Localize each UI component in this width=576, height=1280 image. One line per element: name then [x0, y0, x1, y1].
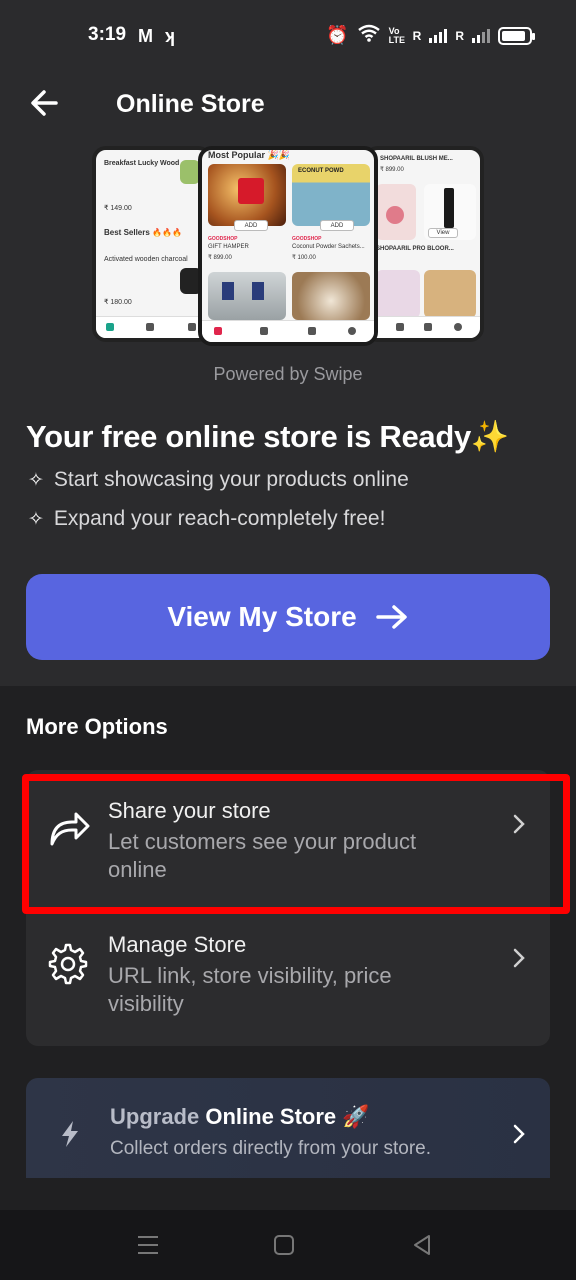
- gear-icon: [48, 943, 88, 985]
- gmail-icon: M: [138, 26, 153, 46]
- view-my-store-button[interactable]: View My Store: [26, 574, 550, 660]
- upgrade-description: Collect orders directly from your store.: [110, 1138, 431, 1159]
- store-preview-image: Breakfast Lucky Wood ₹ 149.00 Best Selle…: [92, 146, 484, 346]
- option-title: Manage Store: [108, 932, 247, 957]
- preview-phone-left: Breakfast Lucky Wood ₹ 149.00 Best Selle…: [92, 146, 212, 342]
- feature-item: ✧ Start showcasing your products online: [28, 468, 409, 491]
- arrow-left-icon: [31, 90, 58, 116]
- share-store-option[interactable]: Share your store Let customers see your …: [26, 770, 550, 900]
- volte-label: Vo LTE: [388, 25, 405, 45]
- section-title: More Options: [26, 714, 168, 739]
- options-card: Share your store Let customers see your …: [26, 770, 550, 1046]
- back-triangle-icon[interactable]: [408, 1232, 436, 1258]
- arrow-right-icon: [375, 605, 407, 629]
- app-header: Online Store: [0, 72, 576, 136]
- system-nav-bar: [0, 1210, 576, 1280]
- chevron-right-icon: [513, 1124, 525, 1144]
- upgrade-title: Upgrade Online Store 🚀: [110, 1104, 370, 1129]
- chevron-right-icon: [513, 948, 525, 968]
- menu-icon[interactable]: [134, 1232, 162, 1258]
- home-icon[interactable]: [270, 1232, 298, 1258]
- more-options-section: More Options Share your store Let custom…: [0, 686, 576, 1210]
- preview-phone-center: Most Popular 🎉🎉 ECONUT POWD ADD ADD GOOD…: [198, 146, 378, 346]
- status-time: 3:19: [88, 24, 127, 45]
- sparkle-icon: ✧: [28, 469, 44, 491]
- sparkle-icon: ✧: [28, 508, 44, 530]
- feature-item: ✧ Expand your reach-completely free!: [28, 507, 386, 530]
- status-bar: 3:19 M ʞ ⏰ Vo LTE R R: [0, 0, 576, 72]
- alarm-icon: ⏰: [326, 25, 349, 45]
- promo-title: Your free online store is Ready✨: [26, 419, 510, 454]
- upgrade-online-store-option[interactable]: Upgrade Online Store 🚀 Collect orders di…: [26, 1078, 550, 1178]
- chevron-right-icon: [513, 814, 525, 834]
- lightning-icon: [62, 1121, 78, 1147]
- share-arrow-icon: [50, 812, 90, 846]
- page-title: Online Store: [116, 90, 265, 118]
- wifi-icon: [357, 24, 381, 47]
- powered-by-text: Powered by Swipe: [213, 364, 363, 384]
- option-description: URL link, store visibility, price visibi…: [108, 963, 392, 1016]
- battery-icon: [498, 26, 535, 45]
- manage-store-option[interactable]: Manage Store URL link, store visibility,…: [26, 906, 550, 1036]
- signal-icon: [429, 28, 448, 43]
- back-button[interactable]: [26, 86, 64, 120]
- option-description: Let customers see your product online: [108, 829, 417, 882]
- signal-icon: [472, 28, 490, 43]
- notification-icon: ʞ: [165, 26, 176, 46]
- preview-phone-right: SHOPAARIL BLUSH ME... ₹ 899.00 View SHOP…: [364, 146, 484, 342]
- option-title: Share your store: [108, 798, 271, 823]
